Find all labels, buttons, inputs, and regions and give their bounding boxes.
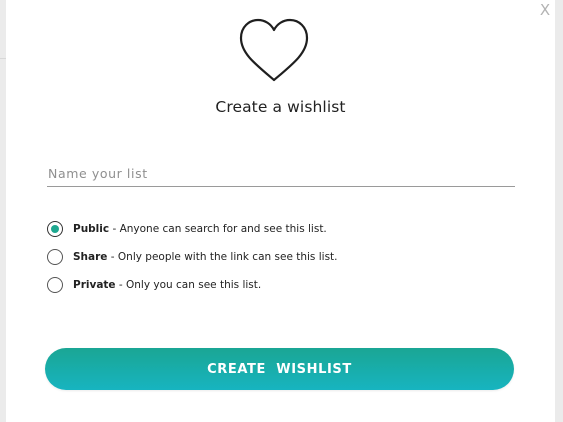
close-button[interactable]: X bbox=[536, 0, 554, 20]
radio-private[interactable] bbox=[47, 277, 63, 293]
create-wishlist-button[interactable]: CREATE WISHLIST bbox=[45, 348, 514, 390]
option-label-private: Private bbox=[73, 279, 116, 291]
option-desc-private: - Only you can see this list. bbox=[115, 279, 262, 291]
option-label-public: Public bbox=[73, 223, 110, 235]
list-name-input[interactable] bbox=[47, 160, 515, 187]
privacy-option-share[interactable]: Share - Only people with the link can se… bbox=[47, 247, 338, 267]
option-desc-public: - Anyone can search for and see this lis… bbox=[109, 223, 327, 235]
heart-icon bbox=[239, 18, 309, 82]
option-text-share: Share - Only people with the link can se… bbox=[73, 251, 338, 263]
privacy-option-private[interactable]: Private - Only you can see this list. bbox=[47, 275, 261, 295]
create-wishlist-dialog: X Create a wishlist Public - Anyone can … bbox=[6, 0, 555, 422]
option-text-public: Public - Anyone can search for and see t… bbox=[73, 223, 327, 235]
dialog-title: Create a wishlist bbox=[215, 98, 346, 116]
option-label-share: Share bbox=[73, 251, 108, 263]
option-desc-share: - Only people with the link can see this… bbox=[107, 251, 338, 263]
radio-public[interactable] bbox=[47, 221, 63, 237]
option-text-private: Private - Only you can see this list. bbox=[73, 279, 261, 291]
radio-share[interactable] bbox=[47, 249, 63, 265]
privacy-option-public[interactable]: Public - Anyone can search for and see t… bbox=[47, 219, 327, 239]
